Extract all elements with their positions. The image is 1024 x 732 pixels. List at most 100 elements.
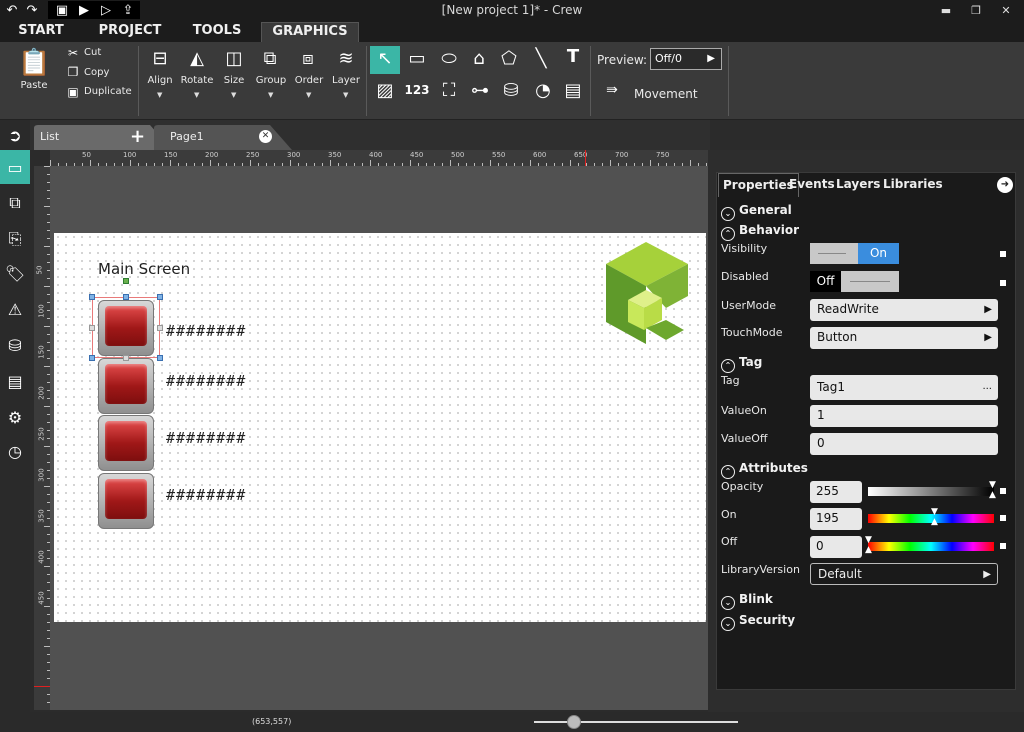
off-color-input[interactable]: 0 (810, 536, 862, 558)
text-tool-icon[interactable]: T (560, 46, 586, 67)
layer-label[interactable]: Layer (328, 75, 364, 86)
tab-events[interactable]: Events (785, 173, 839, 197)
off-color-slider[interactable] (868, 542, 994, 551)
section-security[interactable]: ⌄ Security (721, 613, 795, 631)
tab-project[interactable]: PROJECT (92, 22, 168, 42)
tab-graphics[interactable]: GRAPHICS (261, 22, 359, 42)
tab-libraries[interactable]: Libraries (879, 173, 947, 197)
database-tool-icon[interactable]: ⛁ (498, 80, 524, 101)
disabled-toggle[interactable]: Off (810, 271, 899, 292)
scheduler-icon[interactable]: ◷ (0, 434, 30, 468)
touchmode-select[interactable]: Button ▶ (810, 327, 998, 349)
group-label[interactable]: Group (252, 75, 290, 86)
copy-label[interactable]: Copy (84, 67, 109, 78)
on-color-input[interactable]: 195 (810, 508, 862, 530)
movement-icon[interactable]: ⇛ (594, 82, 630, 98)
binding-marker[interactable] (1000, 280, 1006, 286)
toggle-tool-icon[interactable]: ⊶ (466, 80, 494, 101)
paste-icon[interactable]: 📋 (18, 48, 50, 78)
ellipse-tool-icon[interactable]: ⬭ (436, 48, 462, 69)
rotate-label[interactable]: Rotate (178, 75, 216, 86)
paste-label[interactable]: Paste (16, 80, 52, 91)
close-tab-icon[interactable]: ✕ (259, 130, 272, 143)
restore-button[interactable]: ❐ (964, 2, 988, 18)
tag-browse-button[interactable]: ... (982, 375, 992, 399)
off-color-slider-thumb[interactable]: ▼ ▲ (865, 535, 873, 555)
duplicate-label[interactable]: Duplicate (84, 86, 132, 97)
red-button-3[interactable] (98, 415, 154, 471)
movement-label[interactable]: Movement (634, 87, 698, 101)
group-icon[interactable]: ⧉ (254, 48, 286, 69)
align-label[interactable]: Align (142, 75, 178, 86)
resize-handle[interactable] (89, 355, 95, 361)
tags-icon[interactable]: 🏷 (0, 256, 30, 290)
section-general[interactable]: ⌄ General (721, 203, 792, 221)
zoom-slider-thumb[interactable] (567, 715, 581, 729)
image-tool-icon[interactable]: ▨ (372, 80, 398, 101)
rectangle-tool-icon[interactable]: ▭ (404, 48, 430, 69)
tab-page1[interactable]: Page1 (160, 126, 270, 150)
on-color-slider-thumb[interactable]: ▼ ▲ (931, 507, 939, 527)
tag-field[interactable]: Tag1 ... (810, 375, 998, 400)
value-display-4[interactable]: ######## (166, 486, 246, 504)
pentagon-tool-icon[interactable]: ⬠ (496, 48, 522, 69)
rotate-handle[interactable] (123, 278, 129, 284)
red-button-4[interactable] (98, 473, 154, 529)
size-dropdown-icon[interactable]: ▼ (231, 91, 236, 99)
resize-handle[interactable] (157, 355, 163, 361)
binding-marker[interactable] (1000, 251, 1006, 257)
value-display-3[interactable]: ######## (166, 429, 246, 447)
visibility-toggle[interactable]: On (810, 243, 899, 264)
numeric-tool-icon[interactable]: 123 (404, 83, 430, 97)
add-tab-icon[interactable]: + (130, 126, 145, 147)
screen-title-text[interactable]: Main Screen (98, 260, 190, 278)
resize-handle[interactable] (123, 355, 129, 361)
usermode-select[interactable]: ReadWrite ▶ (810, 299, 998, 321)
section-tag[interactable]: ⌃ Tag (721, 355, 762, 373)
popups-icon[interactable]: ⧉ (0, 186, 30, 220)
binding-marker[interactable] (1000, 515, 1006, 521)
minimize-button[interactable]: ▬ (934, 2, 958, 18)
order-label[interactable]: Order (290, 75, 328, 86)
tab-start[interactable]: START (8, 22, 74, 42)
resize-handle[interactable] (89, 294, 95, 300)
resize-handle[interactable] (123, 294, 129, 300)
zoom-slider[interactable] (534, 721, 738, 723)
layer-dropdown-icon[interactable]: ▼ (343, 91, 348, 99)
panel-navigate-icon[interactable]: ➜ (997, 177, 1013, 193)
copy-icon[interactable]: ❐ (66, 65, 80, 79)
section-behavior[interactable]: ⌃ Behavior (721, 223, 799, 241)
selection-frame-icon[interactable]: ⛶ (436, 80, 462, 101)
polygon-tool-icon[interactable]: ⌂ (466, 48, 492, 69)
group-dropdown-icon[interactable]: ▼ (268, 91, 273, 99)
rotate-dropdown-icon[interactable]: ▼ (194, 91, 199, 99)
gauge-tool-icon[interactable]: ◔ (530, 80, 556, 101)
pointer-tool-icon[interactable]: ↖ (370, 46, 400, 74)
resize-handle[interactable] (157, 325, 163, 331)
opacity-slider-thumb[interactable]: ▼ ▲ (989, 480, 997, 500)
resize-handle[interactable] (89, 325, 95, 331)
align-dropdown-icon[interactable]: ▼ (157, 91, 162, 99)
layer-icon[interactable]: ≋ (330, 48, 362, 69)
binding-marker[interactable] (1000, 488, 1006, 494)
value-display-2[interactable]: ######## (166, 372, 246, 390)
section-attributes[interactable]: ⌃ Attributes (721, 461, 808, 479)
cut-icon[interactable]: ✂ (66, 46, 80, 60)
resize-handle[interactable] (157, 294, 163, 300)
recipes-icon[interactable]: ▤ (0, 364, 30, 398)
order-dropdown-icon[interactable]: ▼ (306, 91, 311, 99)
preview-select[interactable]: Off/0 ▶ (650, 48, 722, 70)
close-button[interactable]: ✕ (994, 2, 1018, 18)
line-tool-icon[interactable]: ╲ (528, 48, 554, 69)
screens-icon[interactable]: ▭ (0, 150, 30, 184)
cut-label[interactable]: Cut (84, 47, 101, 58)
align-icon[interactable]: ⊟ (144, 48, 176, 69)
alarms-icon[interactable]: ⚠ (0, 292, 30, 326)
tab-tools[interactable]: TOOLS (182, 22, 252, 42)
navigate-icon[interactable]: ➲ (0, 120, 30, 150)
size-label[interactable]: Size (216, 75, 252, 86)
size-icon[interactable]: ◫ (218, 48, 250, 69)
settings-icon[interactable]: ⚙ (0, 400, 30, 434)
duplicate-icon[interactable]: ▣ (66, 85, 80, 99)
valueon-input[interactable]: 1 (810, 405, 998, 427)
